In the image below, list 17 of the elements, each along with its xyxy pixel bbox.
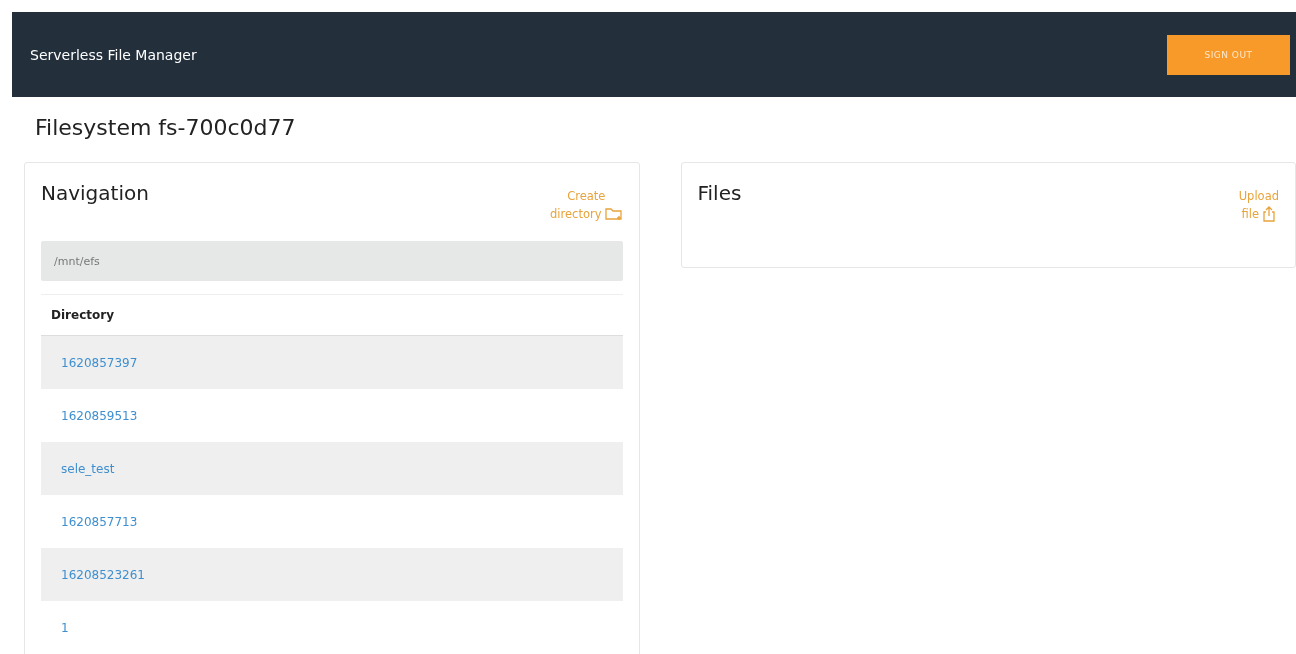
app-title: Serverless File Manager: [30, 46, 197, 63]
upload-icon: [1262, 206, 1277, 222]
card-title: Navigation: [41, 181, 149, 207]
sign-out-button[interactable]: SIGN OUT: [1167, 34, 1290, 75]
create-directory-link[interactable]: Create directory: [550, 181, 623, 237]
directory-link[interactable]: 1: [41, 601, 623, 654]
page-title: Filesystem fs-700c0d77: [35, 115, 297, 142]
upload-file-link[interactable]: Upload file: [1238, 181, 1279, 237]
column-header: Directory: [41, 294, 623, 336]
directory-link[interactable]: sele_test: [41, 442, 623, 495]
folder-plus-icon: [604, 207, 623, 221]
card-title: Files: [697, 181, 742, 207]
directory-link[interactable]: 1620857397: [41, 336, 623, 389]
directory-link[interactable]: 16208523261: [41, 548, 623, 601]
directory-link[interactable]: 1620859513: [41, 389, 623, 442]
directory-link[interactable]: 1620857713: [41, 495, 623, 548]
path-field[interactable]: /mnt/efs: [41, 241, 623, 281]
